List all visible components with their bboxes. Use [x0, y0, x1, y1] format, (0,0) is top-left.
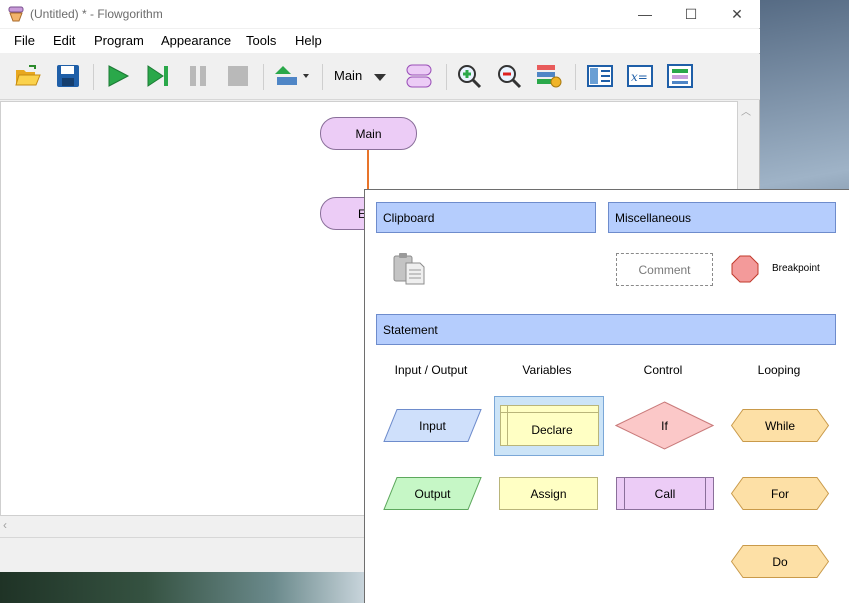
while-shape-label: While	[764, 418, 795, 433]
layout-icon[interactable]	[273, 62, 313, 90]
title-bar: (Untitled) * - Flowgorithm — ☐ ✕	[0, 0, 760, 28]
do-shape-label: Do	[772, 554, 788, 569]
function-icon[interactable]	[405, 62, 433, 90]
output-shape-label: Output	[414, 486, 451, 501]
flow-connector	[367, 150, 369, 190]
menu-program[interactable]: Program	[94, 33, 144, 48]
toolbar-separator	[93, 64, 94, 90]
panels-icon[interactable]	[586, 62, 614, 90]
svg-text:x=: x=	[631, 70, 648, 84]
close-button[interactable]: ✕	[714, 0, 760, 28]
declare-shape-label: Declare	[531, 422, 573, 437]
section-statement-label: Statement	[383, 322, 438, 337]
scroll-up-icon[interactable]: ︿	[741, 103, 751, 118]
menu-tools[interactable]: Tools	[246, 33, 276, 48]
input-shape-label: Input	[419, 418, 446, 433]
pause-icon[interactable]	[184, 62, 212, 90]
section-clipboard-label: Clipboard	[383, 210, 435, 225]
assign-shape-label: Assign	[530, 486, 567, 501]
open-icon[interactable]	[14, 62, 42, 90]
toolbar-separator	[575, 64, 576, 90]
toolbar-separator	[263, 64, 264, 90]
column-input-output: Input / Output	[394, 363, 468, 377]
step-icon[interactable]	[144, 62, 172, 90]
start-terminal-label: Main	[355, 126, 382, 141]
declare-shape[interactable]: Declare	[500, 405, 599, 446]
assign-shape[interactable]: Assign	[499, 477, 598, 510]
maximize-button[interactable]: ☐	[668, 0, 714, 28]
section-miscellaneous-label: Miscellaneous	[615, 210, 692, 225]
variables-icon[interactable]: x=	[626, 62, 654, 90]
insert-shape-popup	[364, 189, 849, 603]
console-icon[interactable]	[666, 62, 694, 90]
zoom-in-icon[interactable]	[455, 62, 483, 90]
start-terminal[interactable]: Main	[320, 117, 417, 150]
function-select[interactable]: Main	[331, 67, 393, 87]
column-looping: Looping	[757, 363, 801, 377]
while-shape[interactable]: While	[731, 409, 829, 442]
horizontal-scrollbar[interactable]: ‹	[0, 516, 365, 536]
section-clipboard: Clipboard	[376, 202, 596, 233]
for-shape[interactable]: For	[731, 477, 829, 510]
chevron-down-icon	[374, 74, 386, 81]
output-shape[interactable]: Output	[383, 477, 482, 510]
call-shape[interactable]: Call	[616, 477, 714, 510]
if-shape[interactable]: If	[615, 401, 714, 450]
status-bar	[0, 537, 365, 572]
comment-shape[interactable]: Comment	[616, 253, 713, 286]
comment-shape-label: Comment	[638, 262, 691, 277]
save-icon[interactable]	[54, 62, 82, 90]
menu-bar: File Edit Program Appearance Tools Help	[0, 29, 760, 53]
flowgorithm-logo-icon	[8, 6, 24, 22]
breakpoint-label: Breakpoint	[772, 263, 820, 274]
paste-icon[interactable]	[391, 252, 427, 286]
function-select-value: Main	[334, 68, 363, 83]
run-icon[interactable]	[104, 62, 132, 90]
call-shape-label: Call	[654, 486, 676, 501]
style-icon[interactable]	[535, 62, 563, 90]
zoom-out-icon[interactable]	[495, 62, 523, 90]
stop-icon[interactable]	[224, 62, 252, 90]
column-variables: Variables	[522, 363, 572, 377]
toolbar: Main x=	[0, 54, 760, 156]
if-shape-label: If	[661, 418, 668, 433]
menu-file[interactable]: File	[14, 33, 35, 48]
toolbar-separator	[446, 64, 447, 90]
scroll-left-icon[interactable]: ‹	[3, 518, 7, 532]
section-miscellaneous: Miscellaneous	[608, 202, 836, 233]
window-title: (Untitled) * - Flowgorithm	[30, 7, 163, 21]
section-statement: Statement	[376, 314, 836, 345]
minimize-button[interactable]: —	[622, 0, 668, 28]
menu-help[interactable]: Help	[295, 33, 322, 48]
for-shape-label: For	[771, 486, 789, 501]
menu-appearance[interactable]: Appearance	[161, 33, 231, 48]
breakpoint-icon[interactable]	[731, 255, 759, 283]
input-shape[interactable]: Input	[383, 409, 482, 442]
toolbar-separator	[322, 64, 323, 90]
menu-edit[interactable]: Edit	[53, 33, 75, 48]
do-shape[interactable]: Do	[731, 545, 829, 578]
desktop-background-bottom	[0, 572, 365, 603]
column-control: Control	[643, 363, 683, 377]
